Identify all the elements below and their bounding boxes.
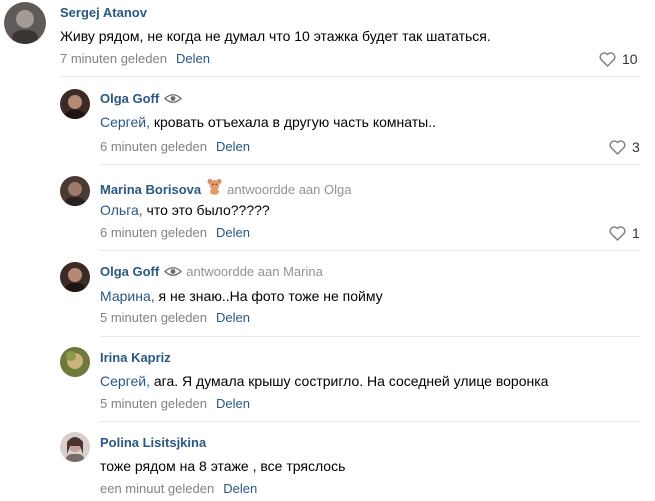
divider: [100, 164, 640, 165]
divider: [100, 421, 640, 422]
comment-thread: Sergej Atanov Живу рядом, не когда не ду…: [0, 0, 655, 501]
eye-icon: [164, 92, 183, 108]
divider: [100, 336, 640, 337]
reply-to-link[interactable]: antwoordde aan Olga: [227, 182, 351, 197]
like-button[interactable]: 3: [609, 139, 640, 155]
author-name[interactable]: Marina Borisova: [100, 182, 201, 197]
comment-text: Ольга, что это было?????: [100, 202, 270, 218]
mention-link[interactable]: Сергей,: [100, 373, 150, 389]
avatar[interactable]: [4, 2, 46, 44]
like-button[interactable]: 1: [609, 225, 640, 241]
avatar[interactable]: [60, 89, 90, 119]
mention-link[interactable]: Ольга,: [100, 202, 143, 218]
heart-outline-icon: [599, 51, 616, 67]
heart-outline-icon: [609, 225, 626, 241]
share-link[interactable]: Delen: [216, 310, 250, 325]
like-count: 1: [632, 225, 640, 241]
comment-text: Живу рядом, не когда не думал что 10 эта…: [60, 28, 491, 44]
author-name[interactable]: Polina Lisitsjkina: [100, 435, 206, 450]
share-link[interactable]: Delen: [216, 396, 250, 411]
teddy-bear-icon: [206, 178, 223, 199]
heart-outline-icon: [609, 139, 626, 155]
like-button[interactable]: 10: [599, 51, 638, 67]
timestamp[interactable]: 6 minuten geleden: [100, 225, 207, 240]
timestamp[interactable]: 6 minuten geleden: [100, 139, 207, 154]
avatar[interactable]: [60, 347, 90, 377]
share-link[interactable]: Delen: [216, 225, 250, 240]
like-count: 10: [622, 51, 638, 67]
divider: [60, 76, 640, 77]
comment-text: Сергей, кровать отъехала в другую часть …: [100, 114, 436, 130]
mention-link[interactable]: Марина,: [100, 288, 155, 304]
like-count: 3: [632, 139, 640, 155]
timestamp[interactable]: 7 minuten geleden: [60, 51, 167, 66]
author-name[interactable]: Sergej Atanov: [60, 5, 147, 20]
eye-icon: [164, 265, 183, 281]
mention-link[interactable]: Сергей,: [100, 114, 150, 130]
divider: [100, 250, 640, 251]
comment-text: Марина, я не знаю..На фото тоже не пойму: [100, 288, 383, 304]
author-name[interactable]: Olga Goff: [100, 264, 159, 279]
author-name[interactable]: Irina Kapriz: [100, 350, 171, 365]
comment-text: Сергей, ага. Я думала крышу состригло. Н…: [100, 373, 549, 389]
avatar[interactable]: [60, 432, 90, 462]
share-link[interactable]: Delen: [176, 51, 210, 66]
comment-text: тоже рядом на 8 этаже , все тряслось: [100, 458, 346, 474]
share-link[interactable]: Delen: [216, 139, 250, 154]
avatar[interactable]: [60, 176, 90, 206]
timestamp[interactable]: 5 minuten geleden: [100, 310, 207, 325]
timestamp[interactable]: 5 minuten geleden: [100, 396, 207, 411]
timestamp[interactable]: een minuut geleden: [100, 481, 214, 496]
author-name[interactable]: Olga Goff: [100, 91, 159, 106]
reply-to-link[interactable]: antwoordde aan Marina: [186, 264, 323, 279]
avatar[interactable]: [60, 262, 90, 292]
share-link[interactable]: Delen: [223, 481, 257, 496]
